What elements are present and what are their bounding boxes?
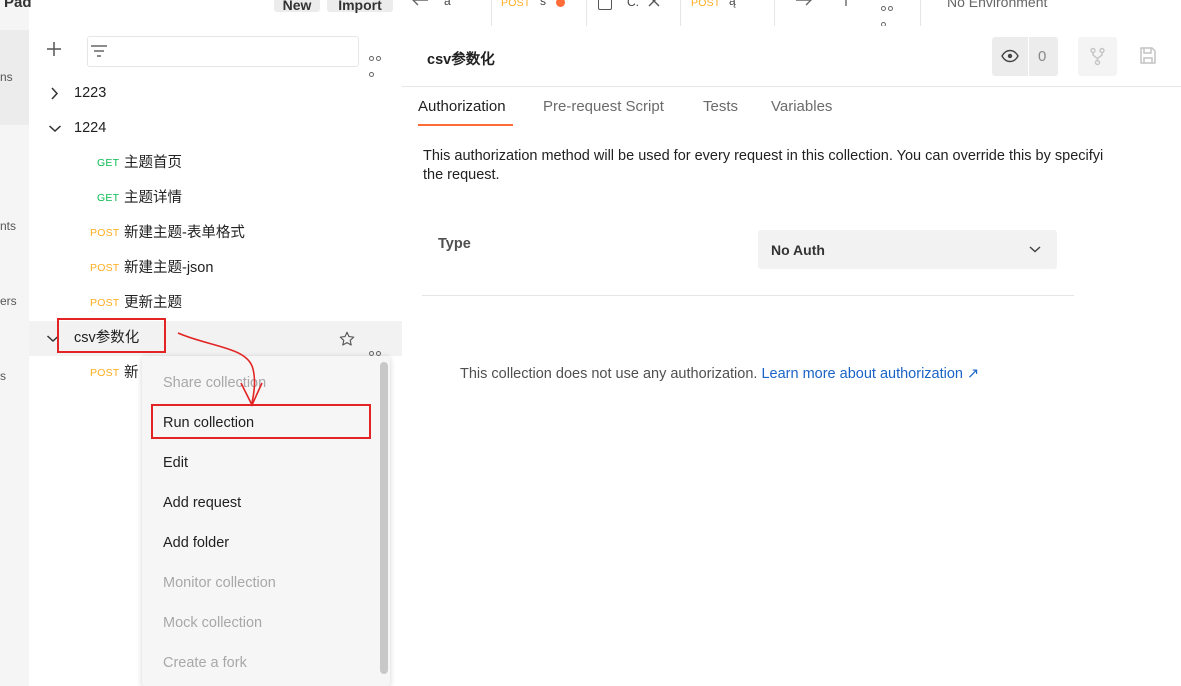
eye-icon [1001, 49, 1019, 63]
watch-count: 0 [1038, 48, 1047, 65]
tree-label: 新建主题-表单格式 [124, 225, 245, 241]
left-rail: ns nts ers s [0, 0, 30, 686]
rail-item-collections[interactable]: ns [0, 70, 13, 84]
tab-label[interactable]: C. [627, 0, 639, 9]
environment-select[interactable]: No Environment [947, 0, 1047, 10]
method-badge: GET [97, 192, 120, 204]
tree-request[interactable]: POST 更新主题 [29, 286, 402, 321]
active-tab-indicator [418, 124, 513, 126]
tree-request[interactable]: POST 新建主题-json [29, 251, 402, 286]
sidebar-header: Pad New Import [4, 0, 402, 27]
close-icon[interactable] [647, 0, 661, 8]
star-icon[interactable] [338, 330, 356, 348]
no-auth-text: This collection does not use any authori… [460, 366, 758, 382]
chevron-right-icon[interactable] [48, 76, 62, 111]
menu-scrollbar[interactable] [380, 362, 388, 674]
annotation-arrow-icon [177, 332, 263, 407]
chevron-down-icon [1029, 246, 1041, 253]
menu-item-mock-collection[interactable]: Mock collection [163, 615, 262, 631]
collection-tab-icon [598, 0, 612, 10]
tab-label[interactable]: ą [729, 0, 736, 8]
rail-item-history[interactable]: s [0, 369, 6, 383]
auth-description-line-1: This authorization method will be used f… [423, 148, 1104, 164]
tree-label: 新建主题-json [124, 260, 214, 276]
tab-label[interactable]: ā [444, 0, 451, 8]
rail-item-environments[interactable]: nts [0, 219, 16, 233]
arrow-right-icon[interactable] [794, 0, 814, 8]
filter-input[interactable] [87, 36, 359, 67]
tree-label: 更新主题 [124, 295, 182, 311]
tab-authorization[interactable]: Authorization [418, 98, 506, 115]
workspace-label: Pad [4, 0, 32, 11]
unsaved-dot-icon [556, 0, 565, 7]
method-badge: POST [90, 227, 120, 239]
no-auth-info: This collection does not use any authori… [460, 366, 979, 382]
tree-folder-1224[interactable]: 1224 [29, 111, 402, 146]
tree-label: 新 [124, 365, 139, 381]
save-icon[interactable] [1138, 46, 1158, 66]
new-button[interactable]: New [274, 0, 320, 13]
tree-request[interactable]: POST 新建主题-表单格式 [29, 216, 402, 251]
method-badge: POST [90, 262, 120, 274]
rail-item-servers[interactable]: ers [0, 294, 17, 308]
tab-variables[interactable]: Variables [771, 98, 832, 115]
learn-more-link[interactable]: Learn more about authorization ↗ [761, 366, 979, 382]
filter-icon [91, 45, 107, 57]
annotation-box-collection [57, 318, 166, 353]
tree-label: 主题首页 [124, 155, 182, 171]
collection-more-icon[interactable] [369, 335, 387, 391]
tab-method: POST [501, 0, 531, 9]
menu-item-add-folder[interactable]: Add folder [163, 535, 229, 551]
fork-button[interactable] [1078, 37, 1117, 76]
type-label: Type [438, 236, 471, 252]
auth-type-select[interactable]: No Auth [758, 230, 1057, 269]
request-tabs: ā POST ś C. POST ą No Environment [402, 0, 1181, 27]
tree-folder-1223[interactable]: 1223 [29, 76, 402, 111]
menu-item-create-a-fork[interactable]: Create a fork [163, 655, 247, 671]
tab-label[interactable]: ś [540, 0, 546, 8]
auth-description-line-2: the request. [423, 167, 500, 183]
new-tab-plus-icon[interactable] [838, 0, 854, 7]
method-badge: POST [90, 367, 120, 379]
collection-panel: csv参数化 0 Authorization Pre-request Scrip… [402, 26, 1181, 686]
plus-icon[interactable] [45, 40, 63, 58]
menu-item-edit[interactable]: Edit [163, 455, 188, 471]
tabs-more-icon[interactable] [881, 0, 899, 26]
tab-pre-request-script[interactable]: Pre-request Script [543, 98, 664, 115]
tree-label: 主题详情 [124, 190, 182, 206]
watch-button[interactable]: 0 [992, 37, 1058, 76]
fork-icon [1090, 47, 1105, 66]
menu-item-add-request[interactable]: Add request [163, 495, 241, 511]
tree-request[interactable]: GET 主题首页 [29, 146, 402, 181]
auth-description: This authorization method will be used f… [423, 147, 1181, 185]
arrow-left-icon[interactable] [410, 0, 430, 8]
auth-type-value: No Auth [771, 242, 825, 258]
tab-method: POST [691, 0, 721, 9]
tab-tests[interactable]: Tests [703, 98, 738, 115]
method-badge: GET [97, 157, 120, 169]
collection-title: csv参数化 [427, 52, 495, 68]
sidebar-more-icon[interactable] [369, 48, 387, 77]
menu-item-monitor-collection[interactable]: Monitor collection [163, 575, 276, 591]
tree-label: 1223 [74, 85, 107, 101]
chevron-down-icon[interactable] [48, 111, 62, 146]
import-button[interactable]: Import [327, 0, 393, 13]
tree-request[interactable]: GET 主题详情 [29, 181, 402, 216]
method-badge: POST [90, 297, 120, 309]
tree-label: 1224 [74, 120, 107, 136]
